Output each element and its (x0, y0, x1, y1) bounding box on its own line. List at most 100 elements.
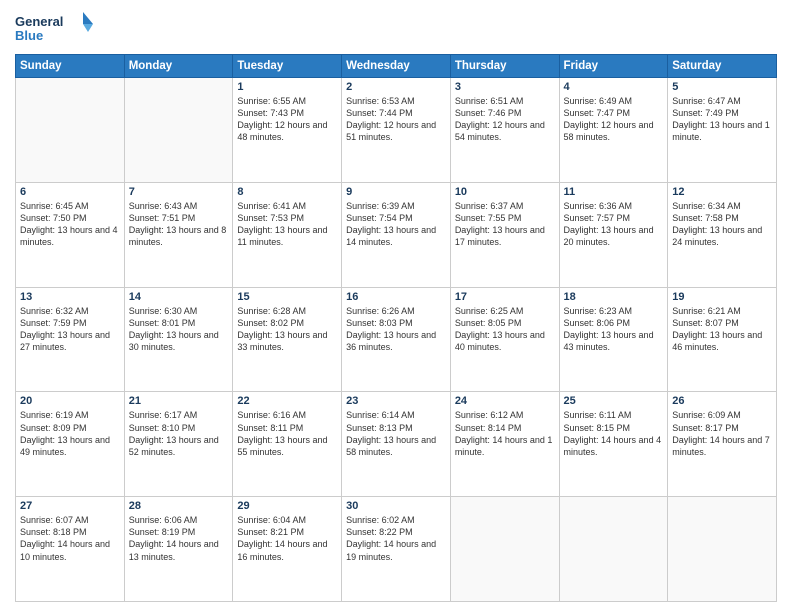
cell-day-number: 11 (564, 186, 664, 198)
calendar-week-row: 13 Sunrise: 6:32 AM Sunset: 7:59 PM Dayli… (16, 287, 777, 392)
cell-day-number: 9 (346, 186, 446, 198)
calendar-cell: 30 Sunrise: 6:02 AM Sunset: 8:22 PM Dayli… (342, 497, 451, 602)
cell-info: Sunrise: 6:23 AM Sunset: 8:06 PM Dayligh… (564, 305, 664, 354)
cell-day-number: 3 (455, 81, 555, 93)
calendar-cell: 24 Sunrise: 6:12 AM Sunset: 8:14 PM Dayli… (450, 392, 559, 497)
calendar-week-row: 6Sunrise: 6:45 AM Sunset: 7:50 PM Daylig… (16, 182, 777, 287)
cell-info: Sunrise: 6:14 AM Sunset: 8:13 PM Dayligh… (346, 409, 446, 458)
calendar-cell: 11 Sunrise: 6:36 AM Sunset: 7:57 PM Dayli… (559, 182, 668, 287)
cell-day-number: 23 (346, 395, 446, 407)
cell-day-number: 12 (672, 186, 772, 198)
calendar-cell: 29 Sunrise: 6:04 AM Sunset: 8:21 PM Dayli… (233, 497, 342, 602)
svg-text:Blue: Blue (15, 28, 43, 43)
cell-info: Sunrise: 6:53 AM Sunset: 7:44 PM Dayligh… (346, 95, 446, 144)
calendar-cell: 16Sunrise: 6:26 AM Sunset: 8:03 PM Dayli… (342, 287, 451, 392)
calendar-cell: 27Sunrise: 6:07 AM Sunset: 8:18 PM Dayli… (16, 497, 125, 602)
svg-text:General: General (15, 14, 63, 29)
calendar-cell: 1 Sunrise: 6:55 AM Sunset: 7:43 PM Daylig… (233, 78, 342, 183)
cell-day-number: 19 (672, 291, 772, 303)
cell-day-number: 28 (129, 500, 229, 512)
cell-info: Sunrise: 6:43 AM Sunset: 7:51 PM Dayligh… (129, 200, 229, 249)
cell-day-number: 2 (346, 81, 446, 93)
calendar-cell: 8 Sunrise: 6:41 AM Sunset: 7:53 PM Daylig… (233, 182, 342, 287)
cell-day-number: 26 (672, 395, 772, 407)
cell-info: Sunrise: 6:25 AM Sunset: 8:05 PM Dayligh… (455, 305, 555, 354)
cell-info: Sunrise: 6:02 AM Sunset: 8:22 PM Dayligh… (346, 514, 446, 563)
cell-day-number: 1 (237, 81, 337, 93)
calendar-cell: 2 Sunrise: 6:53 AM Sunset: 7:44 PM Daylig… (342, 78, 451, 183)
logo-svg: General Blue (15, 10, 95, 48)
calendar-cell: 23 Sunrise: 6:14 AM Sunset: 8:13 PM Dayli… (342, 392, 451, 497)
calendar-cell: 6Sunrise: 6:45 AM Sunset: 7:50 PM Daylig… (16, 182, 125, 287)
cell-info: Sunrise: 6:06 AM Sunset: 8:19 PM Dayligh… (129, 514, 229, 563)
cell-info: Sunrise: 6:41 AM Sunset: 7:53 PM Dayligh… (237, 200, 337, 249)
calendar-cell: 5Sunrise: 6:47 AM Sunset: 7:49 PM Daylig… (668, 78, 777, 183)
cell-info: Sunrise: 6:12 AM Sunset: 8:14 PM Dayligh… (455, 409, 555, 458)
cell-day-number: 4 (564, 81, 664, 93)
calendar-cell: 26Sunrise: 6:09 AM Sunset: 8:17 PM Dayli… (668, 392, 777, 497)
cell-info: Sunrise: 6:34 AM Sunset: 7:58 PM Dayligh… (672, 200, 772, 249)
calendar-cell (124, 78, 233, 183)
calendar-header-tuesday: Tuesday (233, 55, 342, 78)
calendar-week-row: 1 Sunrise: 6:55 AM Sunset: 7:43 PM Daylig… (16, 78, 777, 183)
cell-day-number: 24 (455, 395, 555, 407)
logo: General Blue (15, 10, 95, 48)
cell-info: Sunrise: 6:36 AM Sunset: 7:57 PM Dayligh… (564, 200, 664, 249)
calendar-header-saturday: Saturday (668, 55, 777, 78)
cell-day-number: 21 (129, 395, 229, 407)
cell-info: Sunrise: 6:55 AM Sunset: 7:43 PM Dayligh… (237, 95, 337, 144)
calendar-cell: 7 Sunrise: 6:43 AM Sunset: 7:51 PM Daylig… (124, 182, 233, 287)
cell-day-number: 22 (237, 395, 337, 407)
calendar-cell: 28 Sunrise: 6:06 AM Sunset: 8:19 PM Dayli… (124, 497, 233, 602)
calendar-cell: 20 Sunrise: 6:19 AM Sunset: 8:09 PM Dayli… (16, 392, 125, 497)
calendar-header-sunday: Sunday (16, 55, 125, 78)
cell-day-number: 25 (564, 395, 664, 407)
cell-info: Sunrise: 6:04 AM Sunset: 8:21 PM Dayligh… (237, 514, 337, 563)
calendar-cell: 10 Sunrise: 6:37 AM Sunset: 7:55 PM Dayli… (450, 182, 559, 287)
cell-info: Sunrise: 6:39 AM Sunset: 7:54 PM Dayligh… (346, 200, 446, 249)
calendar-week-row: 20 Sunrise: 6:19 AM Sunset: 8:09 PM Dayli… (16, 392, 777, 497)
calendar-cell: 21 Sunrise: 6:17 AM Sunset: 8:10 PM Dayli… (124, 392, 233, 497)
calendar-cell: 12 Sunrise: 6:34 AM Sunset: 7:58 PM Dayli… (668, 182, 777, 287)
cell-day-number: 20 (20, 395, 120, 407)
cell-info: Sunrise: 6:49 AM Sunset: 7:47 PM Dayligh… (564, 95, 664, 144)
calendar-header-friday: Friday (559, 55, 668, 78)
calendar-cell (668, 497, 777, 602)
cell-info: Sunrise: 6:26 AM Sunset: 8:03 PM Dayligh… (346, 305, 446, 354)
calendar-cell: 4 Sunrise: 6:49 AM Sunset: 7:47 PM Daylig… (559, 78, 668, 183)
cell-day-number: 10 (455, 186, 555, 198)
calendar-header-wednesday: Wednesday (342, 55, 451, 78)
cell-day-number: 29 (237, 500, 337, 512)
cell-info: Sunrise: 6:37 AM Sunset: 7:55 PM Dayligh… (455, 200, 555, 249)
calendar-week-row: 27Sunrise: 6:07 AM Sunset: 8:18 PM Dayli… (16, 497, 777, 602)
calendar-cell: 25 Sunrise: 6:11 AM Sunset: 8:15 PM Dayli… (559, 392, 668, 497)
cell-day-number: 6 (20, 186, 120, 198)
page: General Blue SundayMondayTuesdayWednesda… (0, 0, 792, 612)
calendar-cell: 9 Sunrise: 6:39 AM Sunset: 7:54 PM Daylig… (342, 182, 451, 287)
cell-info: Sunrise: 6:17 AM Sunset: 8:10 PM Dayligh… (129, 409, 229, 458)
cell-day-number: 14 (129, 291, 229, 303)
cell-info: Sunrise: 6:30 AM Sunset: 8:01 PM Dayligh… (129, 305, 229, 354)
calendar-cell (16, 78, 125, 183)
cell-info: Sunrise: 6:21 AM Sunset: 8:07 PM Dayligh… (672, 305, 772, 354)
calendar-cell: 19 Sunrise: 6:21 AM Sunset: 8:07 PM Dayli… (668, 287, 777, 392)
cell-day-number: 8 (237, 186, 337, 198)
cell-day-number: 30 (346, 500, 446, 512)
cell-day-number: 17 (455, 291, 555, 303)
cell-day-number: 7 (129, 186, 229, 198)
calendar-header-monday: Monday (124, 55, 233, 78)
calendar-cell: 3 Sunrise: 6:51 AM Sunset: 7:46 PM Daylig… (450, 78, 559, 183)
cell-info: Sunrise: 6:32 AM Sunset: 7:59 PM Dayligh… (20, 305, 120, 354)
calendar-cell: 13 Sunrise: 6:32 AM Sunset: 7:59 PM Dayli… (16, 287, 125, 392)
cell-day-number: 13 (20, 291, 120, 303)
cell-info: Sunrise: 6:51 AM Sunset: 7:46 PM Dayligh… (455, 95, 555, 144)
calendar-cell: 18Sunrise: 6:23 AM Sunset: 8:06 PM Dayli… (559, 287, 668, 392)
cell-day-number: 27 (20, 500, 120, 512)
cell-info: Sunrise: 6:19 AM Sunset: 8:09 PM Dayligh… (20, 409, 120, 458)
calendar-table: SundayMondayTuesdayWednesdayThursdayFrid… (15, 54, 777, 602)
cell-info: Sunrise: 6:47 AM Sunset: 7:49 PM Dayligh… (672, 95, 772, 144)
cell-day-number: 15 (237, 291, 337, 303)
calendar-cell: 14 Sunrise: 6:30 AM Sunset: 8:01 PM Dayli… (124, 287, 233, 392)
cell-info: Sunrise: 6:11 AM Sunset: 8:15 PM Dayligh… (564, 409, 664, 458)
calendar-cell (559, 497, 668, 602)
